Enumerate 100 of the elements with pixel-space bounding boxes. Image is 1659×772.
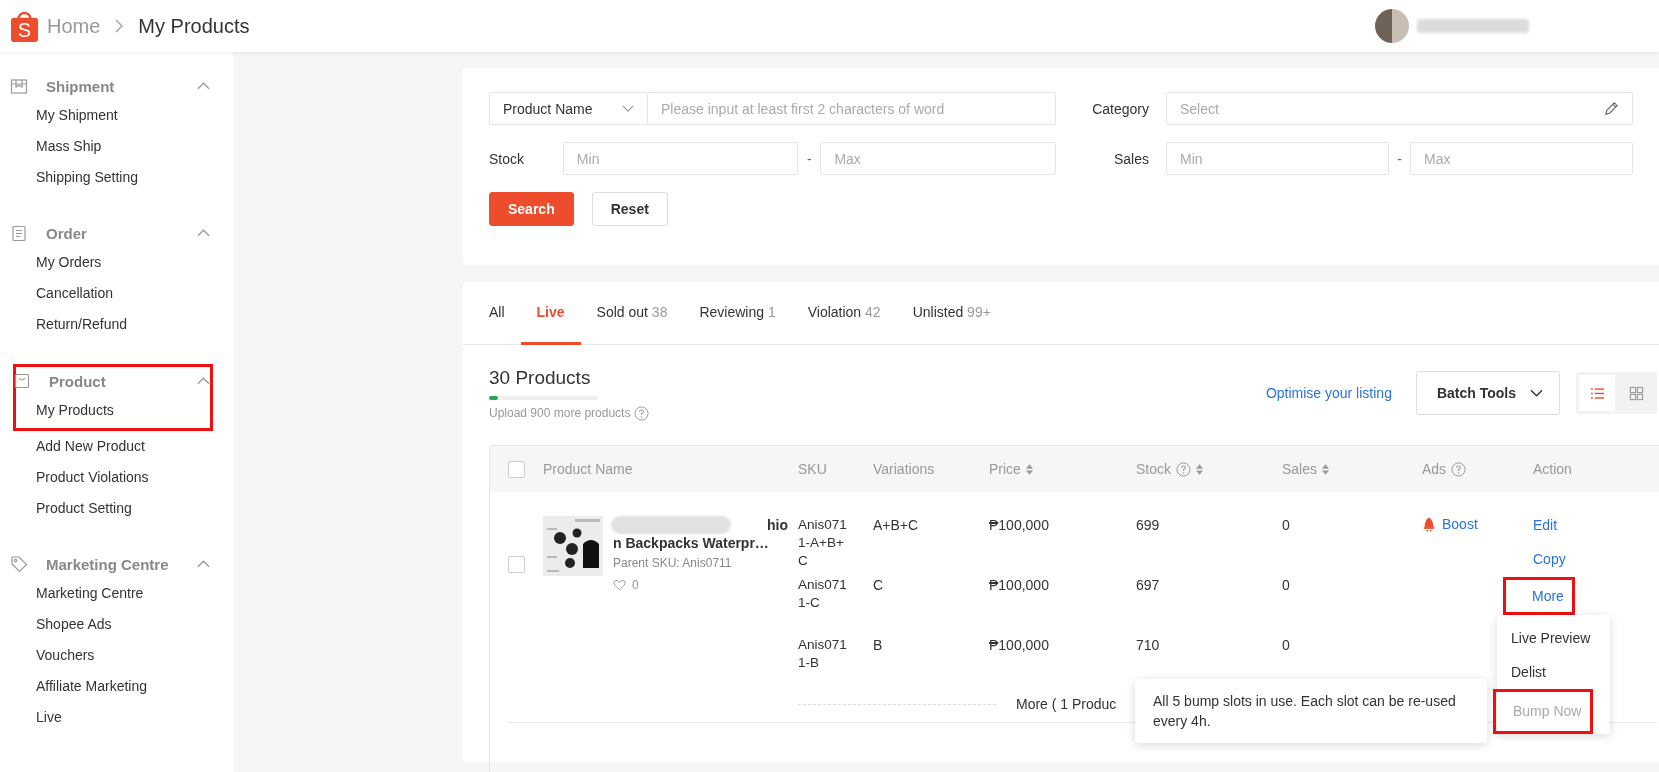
more-variations-link[interactable]: More ( 1 Produc [1016,696,1117,712]
stock-cell-text: 697 [1136,576,1161,595]
sidebar-item[interactable]: Affiliate Marketing [0,671,233,702]
like-count: 0 [632,578,639,592]
sidebar-section-header[interactable]: Order [0,219,210,247]
help-icon[interactable] [634,405,650,421]
action-link[interactable]: Copy [1533,550,1566,568]
reset-button[interactable]: Reset [591,192,668,226]
status-tab[interactable]: Sold out 38 [580,282,684,345]
sidebar-section-header[interactable]: Marketing Centre [0,550,210,578]
status-tab[interactable]: Reviewing 1 [683,282,792,345]
sales-max-field[interactable]: Max [1410,142,1633,175]
category-label: Category [1091,100,1150,117]
sidebar-item[interactable]: My Orders [0,247,233,278]
sales-cell-text: 0 [1282,636,1291,655]
sort-icon[interactable] [1322,463,1330,475]
stock-label: Stock [489,150,525,167]
chevron-up-icon [197,82,210,90]
sku-cell-text: Anis0711-B [798,636,848,672]
action-link[interactable]: Edit [1533,516,1558,534]
column-header: Product Name [543,461,633,477]
heart-icon [613,579,626,591]
sidebar-item[interactable]: Cancellation [0,278,233,309]
chevron-right-icon [114,18,125,34]
column-header: Price [989,461,1021,477]
price-cell-text: ₱100,000 [989,636,1050,655]
sidebar-item[interactable]: Marketing Centre [0,578,233,609]
caret-icon [1530,389,1543,397]
status-tab[interactable]: Violation 42 [791,282,897,345]
sales-min-field[interactable]: Min [1166,142,1389,175]
variation-cell-text: C [873,576,885,595]
list-view-button[interactable] [1579,375,1615,411]
action-link[interactable]: More [1532,588,1564,604]
range-separator: - [1396,150,1403,167]
sidebar-item[interactable]: My Shipment [0,100,233,131]
sidebar-item[interactable]: Live [0,702,233,733]
box-icon [10,77,28,95]
pencil-icon [1604,101,1619,116]
sku-cell-text: Anis0711-A+B+C [798,516,848,570]
chevron-up-icon [197,560,210,568]
search-button[interactable]: Search [489,192,574,226]
sidebar-item[interactable]: Mass Ship [0,131,233,162]
boost-link[interactable]: Boost [1442,516,1478,532]
column-header: Sales [1282,461,1318,477]
menu-item[interactable]: Live Preview [1497,621,1610,655]
clipboard-icon [10,224,28,242]
sort-icon[interactable] [1196,463,1203,475]
status-tab[interactable]: Unlisted 99+ [896,282,1007,345]
search-type-select[interactable]: Product Name [489,92,647,125]
parent-sku: Parent SKU: Anis0711 [613,556,733,570]
price-cell-text: ₱100,000 [989,516,1050,535]
column-header: Stock [1136,461,1171,477]
sort-icon[interactable] [1025,463,1033,475]
caret-icon [622,105,634,112]
list-icon [1589,385,1605,401]
sales-label: Sales [1112,150,1150,167]
status-tab[interactable]: Live [520,282,581,345]
stock-cell-text: 710 [1136,636,1161,655]
sidebar-item[interactable]: Shipping Setting [0,162,233,193]
stock-min-field[interactable]: Min [562,142,799,175]
range-separator: - [806,150,813,167]
status-tab[interactable]: All [489,282,521,345]
select-all-checkbox[interactable] [508,460,525,478]
sidebar-item[interactable]: Product Setting [0,493,233,524]
product-name[interactable]: n Backpacks Waterpr… [613,534,788,552]
chevron-up-icon [197,229,210,237]
stock-max-field[interactable]: Max [820,142,1056,175]
sidebar-item[interactable]: My Products [16,395,210,426]
sidebar-item[interactable]: Shopee Ads [0,609,233,640]
quota-text: Upload 900 more products [489,406,631,420]
optimise-listing-link[interactable]: Optimise your listing [1265,385,1392,401]
help-icon[interactable] [1451,461,1467,477]
column-header: Ads [1422,461,1447,477]
help-icon[interactable] [1176,461,1191,477]
batch-tools-button[interactable]: Batch Tools [1415,371,1560,415]
sidebar-item[interactable]: Product Violations [0,462,233,493]
tag-icon [10,555,28,573]
sidebar-item[interactable]: Return/Refund [0,309,233,340]
sales-cell-text: 0 [1282,516,1291,535]
product-count: 30 Products [489,365,592,390]
variation-cell-text: B [873,636,884,655]
avatar[interactable] [1375,9,1409,43]
sku-cell-text: Anis0711-C [798,576,848,612]
grid-icon [1628,385,1644,401]
row-checkbox[interactable] [508,556,525,573]
column-header: Variations [873,461,935,477]
sidebar-section-header[interactable]: Shipment [0,72,210,100]
breadcrumb-item: My Products [138,14,250,38]
product-name[interactable]: hio [767,516,788,534]
sidebar-item[interactable]: Vouchers [0,640,233,671]
sidebar-section-header[interactable]: Product [13,367,210,395]
sidebar-item[interactable]: Add New Product [0,431,233,462]
price-cell-text: ₱100,000 [989,576,1050,595]
product-name-field[interactable]: Please input at least first 2 characters of word [647,92,1056,125]
stock-cell-text: 699 [1136,516,1161,535]
menu-item[interactable]: Delist [1497,655,1610,689]
bell-icon [1422,516,1436,533]
sales-cell-text: 0 [1282,576,1291,595]
chevron-up-icon [197,377,210,385]
bag-icon [13,372,31,390]
